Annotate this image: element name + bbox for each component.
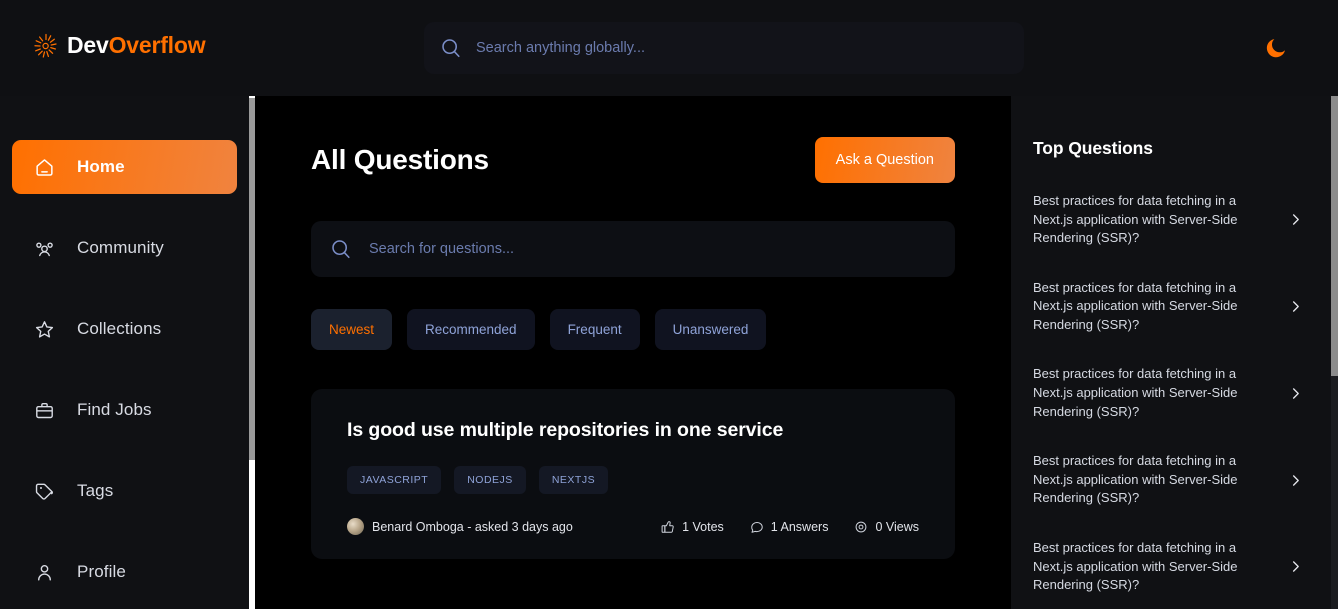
- stat-answers-text: 1 Answers: [770, 519, 829, 534]
- sunburst-icon: [34, 33, 57, 58]
- top-question-item[interactable]: Best practices for data fetching in a Ne…: [1033, 452, 1302, 508]
- main-content: All Questions Ask a Question Search for …: [255, 96, 1011, 609]
- top-question-text: Best practices for data fetching in a Ne…: [1033, 539, 1238, 593]
- sidebar-item-label: Tags: [77, 481, 114, 500]
- stat-views-text: 0 Views: [875, 519, 919, 534]
- tag-chip[interactable]: JAVASCRIPT: [347, 466, 442, 495]
- question-stats: 1 Votes 1 Answers 0 Views: [661, 520, 919, 534]
- left-scrollbar-thumb[interactable]: [249, 98, 255, 460]
- filter-tab-unanswered[interactable]: Unanswered: [654, 309, 767, 350]
- top-question-text: Best practices for data fetching in a Ne…: [1033, 279, 1238, 332]
- global-search-input[interactable]: Search anything globally...: [476, 40, 645, 56]
- question-search-bar[interactable]: Search for questions...: [311, 221, 955, 277]
- eye-icon: [856, 521, 867, 533]
- logo-text-accent: Overflow: [108, 32, 206, 58]
- question-meta: Benard Omboga - asked 3 days ago 1 Votes: [347, 518, 919, 536]
- top-question-item[interactable]: Best practices for data fetching in a Ne…: [1033, 192, 1302, 248]
- stat-votes: 1 Votes: [661, 520, 724, 534]
- top-questions-title: Top Questions: [1033, 138, 1153, 158]
- briefcase-icon: [36, 402, 53, 418]
- tag-icon: [35, 483, 54, 500]
- sidebar-item-label: Home: [77, 157, 125, 176]
- sidebar-item-home[interactable]: Home: [12, 140, 237, 194]
- right-sidebar: Top Questions Best practices for data fe…: [1011, 96, 1338, 609]
- sidebar-item-label: Collections: [77, 319, 162, 338]
- tag-chip[interactable]: NODEJS: [454, 466, 526, 495]
- author-and-time: Benard Omboga - asked 3 days ago: [372, 519, 573, 534]
- top-question-item[interactable]: Best practices for data fetching in a Ne…: [1033, 539, 1302, 595]
- question-title[interactable]: Is good use multiple repositories in one…: [347, 419, 919, 442]
- page-title: All Questions: [311, 144, 489, 175]
- sidebar-item-find-jobs[interactable]: Find Jobs: [12, 383, 237, 437]
- page-scrollbar-thumb[interactable]: [1331, 96, 1338, 376]
- sidebar-item-label: Profile: [77, 562, 126, 581]
- search-icon: [332, 240, 350, 259]
- thumbs-up-icon: [661, 521, 674, 533]
- question-tags: JAVASCRIPT NODEJS NEXTJS: [347, 466, 919, 495]
- question-card[interactable]: Is good use multiple repositories in one…: [311, 389, 955, 560]
- question-author[interactable]: Benard Omboga - asked 3 days ago: [347, 518, 573, 536]
- page-header: All Questions Ask a Question: [311, 137, 955, 183]
- sidebar-item-collections[interactable]: Collections: [12, 302, 237, 356]
- top-question-text: Best practices for data fetching in a Ne…: [1033, 366, 1238, 419]
- sidebar-item-profile[interactable]: Profile: [12, 545, 237, 599]
- search-icon: [442, 39, 460, 58]
- devoverflow-app: DevOverflow Search anything globally... …: [0, 0, 1338, 609]
- filter-tab-newest[interactable]: Newest: [311, 309, 393, 350]
- ask-a-question-button[interactable]: Ask a Question: [814, 137, 955, 183]
- global-search-bar[interactable]: Search anything globally...: [424, 22, 1024, 74]
- stat-votes-text: 1 Votes: [682, 519, 724, 534]
- sidebar-item-label: Community: [77, 238, 164, 257]
- top-question-item[interactable]: Best practices for data fetching in a Ne…: [1033, 279, 1302, 335]
- stat-views: 0 Views: [854, 520, 919, 534]
- logo[interactable]: DevOverflow: [34, 32, 206, 59]
- filter-tabs: Newest Recommended Frequent Unanswered: [311, 309, 955, 350]
- navbar: DevOverflow Search anything globally...: [0, 0, 1338, 96]
- home-icon: [36, 158, 53, 176]
- chevron-right-icon: [1292, 214, 1299, 226]
- avatar: [347, 518, 364, 536]
- chevron-right-icon: [1292, 474, 1299, 486]
- chevron-right-icon: [1292, 561, 1299, 573]
- filter-tab-frequent[interactable]: Frequent: [549, 309, 640, 350]
- question-search-input[interactable]: Search for questions...: [369, 241, 514, 257]
- top-question-text: Best practices for data fetching in a Ne…: [1033, 453, 1238, 506]
- top-question-item[interactable]: Best practices for data fetching in a Ne…: [1033, 365, 1302, 421]
- left-sidebar: Home Community Collections Find Jobs Tag…: [0, 96, 249, 609]
- chevron-right-icon: [1292, 301, 1299, 312]
- sidebar-item-label: Find Jobs: [77, 400, 152, 419]
- top-questions-list: Best practices for data fetching in a Ne…: [1033, 192, 1302, 595]
- user-icon: [38, 564, 51, 581]
- message-icon: [751, 521, 763, 533]
- logo-text: DevOverflow: [67, 32, 206, 59]
- stat-answers: 1 Answers: [750, 519, 829, 534]
- top-question-text: Best practices for data fetching in a Ne…: [1033, 193, 1238, 246]
- filter-tab-recommended[interactable]: Recommended: [407, 309, 535, 350]
- star-icon: [35, 320, 54, 338]
- sidebar-item-tags[interactable]: Tags: [12, 464, 237, 518]
- tag-chip[interactable]: NEXTJS: [538, 466, 609, 495]
- chevron-right-icon: [1292, 388, 1299, 399]
- moon-icon[interactable]: [1264, 36, 1288, 60]
- users-icon: [36, 241, 53, 256]
- logo-text-primary: Dev: [67, 32, 109, 58]
- sidebar-item-community[interactable]: Community: [12, 221, 237, 275]
